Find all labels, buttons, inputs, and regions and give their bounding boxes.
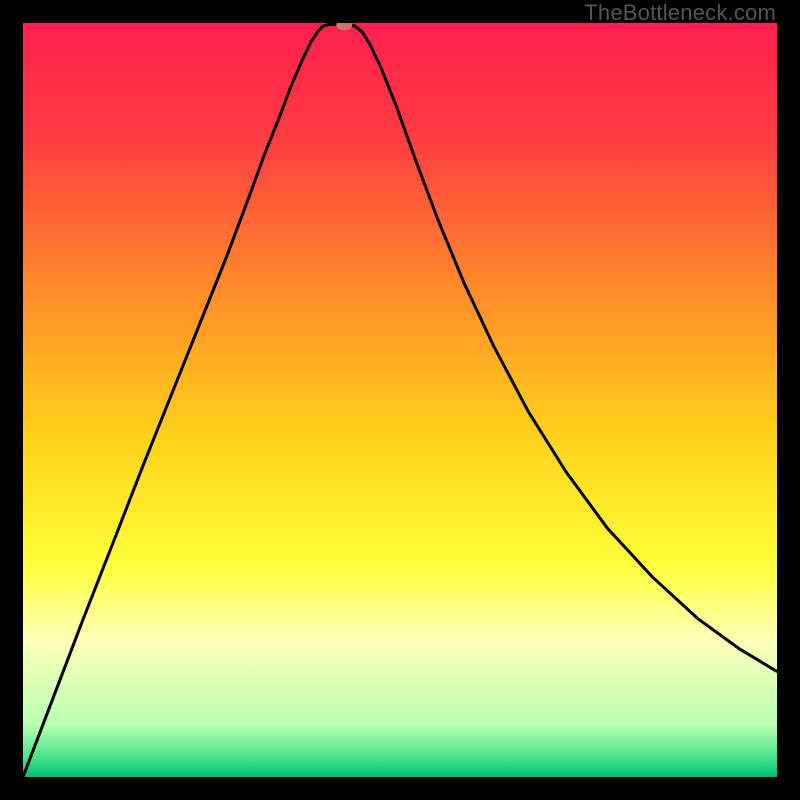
chart-frame: TheBottleneck.com [0,0,800,800]
chart-plot [23,23,777,777]
chart-background [23,23,777,777]
chart-svg [23,23,777,777]
